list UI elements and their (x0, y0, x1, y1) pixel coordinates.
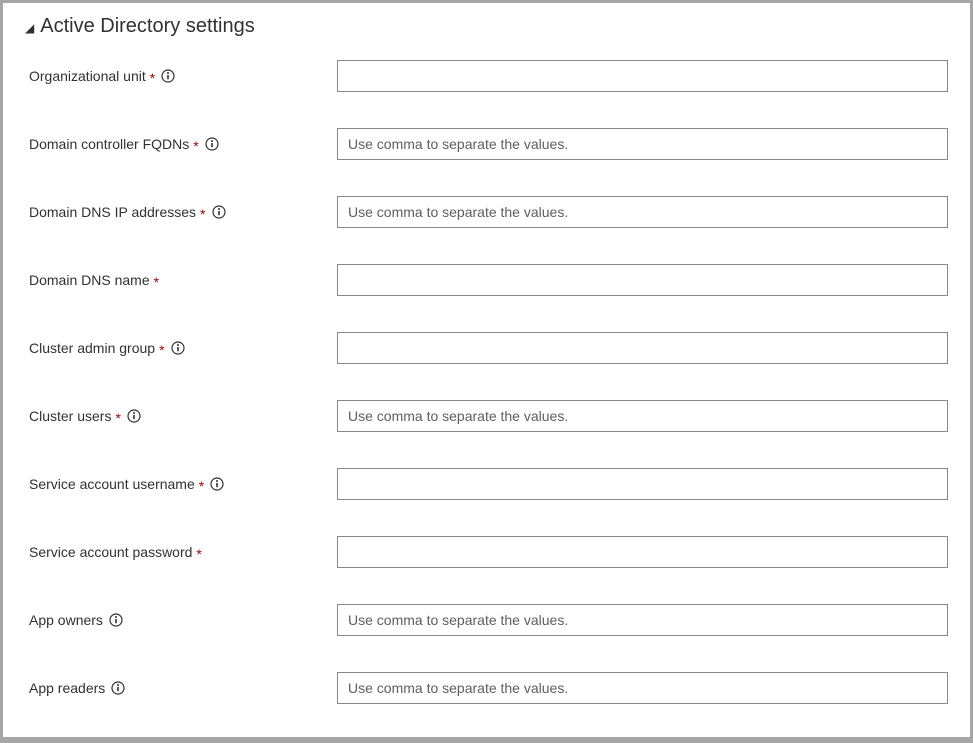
section-header-active-directory[interactable]: ◢ Active Directory settings (25, 15, 948, 38)
label-text: App readers (29, 680, 105, 696)
row-service-account-password: Service account password * (25, 536, 948, 568)
row-cluster-users: Cluster users * (25, 400, 948, 432)
row-organizational-unit: Organizational unit * (25, 60, 948, 92)
label-app-readers: App readers (25, 680, 337, 696)
label-domain-controller-fqdns: Domain controller FQDNs * (25, 136, 337, 152)
service-account-password-input[interactable] (337, 536, 948, 568)
required-marker: * (150, 71, 155, 85)
row-app-owners: App owners (25, 604, 948, 636)
label-domain-dns-name: Domain DNS name * (25, 272, 337, 288)
info-icon[interactable] (210, 477, 224, 491)
info-icon[interactable] (205, 137, 219, 151)
required-marker: * (159, 343, 164, 357)
required-marker: * (115, 411, 120, 425)
info-icon[interactable] (171, 341, 185, 355)
domain-dns-ip-input[interactable] (337, 196, 948, 228)
label-service-account-username: Service account username * (25, 476, 337, 492)
row-service-account-username: Service account username * (25, 468, 948, 500)
label-text: Service account password (29, 544, 192, 560)
label-domain-dns-ip: Domain DNS IP addresses * (25, 204, 337, 220)
collapse-triangle-icon: ◢ (25, 22, 34, 34)
label-text: Cluster admin group (29, 340, 155, 356)
cluster-users-input[interactable] (337, 400, 948, 432)
label-text: App owners (29, 612, 103, 628)
required-marker: * (200, 207, 205, 221)
row-domain-dns-ip: Domain DNS IP addresses * (25, 196, 948, 228)
label-text: Domain DNS name (29, 272, 150, 288)
row-domain-dns-name: Domain DNS name * (25, 264, 948, 296)
cluster-admin-group-input[interactable] (337, 332, 948, 364)
info-icon[interactable] (111, 681, 125, 695)
info-icon[interactable] (161, 69, 175, 83)
row-app-readers: App readers (25, 672, 948, 704)
app-owners-input[interactable] (337, 604, 948, 636)
domain-controller-fqdns-input[interactable] (337, 128, 948, 160)
organizational-unit-input[interactable] (337, 60, 948, 92)
required-marker: * (154, 275, 159, 289)
info-icon[interactable] (109, 613, 123, 627)
label-organizational-unit: Organizational unit * (25, 68, 337, 84)
label-cluster-users: Cluster users * (25, 408, 337, 424)
info-icon[interactable] (127, 409, 141, 423)
row-cluster-admin-group: Cluster admin group * (25, 332, 948, 364)
domain-dns-name-input[interactable] (337, 264, 948, 296)
app-readers-input[interactable] (337, 672, 948, 704)
section-title: Active Directory settings (40, 15, 255, 38)
settings-panel: ◢ Active Directory settings Organization… (3, 3, 970, 737)
required-marker: * (196, 547, 201, 561)
label-text: Organizational unit (29, 68, 146, 84)
label-text: Domain controller FQDNs (29, 136, 189, 152)
required-marker: * (199, 479, 204, 493)
info-icon[interactable] (212, 205, 226, 219)
service-account-username-input[interactable] (337, 468, 948, 500)
label-text: Cluster users (29, 408, 111, 424)
label-cluster-admin-group: Cluster admin group * (25, 340, 337, 356)
label-text: Service account username (29, 476, 195, 492)
label-app-owners: App owners (25, 612, 337, 628)
label-service-account-password: Service account password * (25, 544, 337, 560)
label-text: Domain DNS IP addresses (29, 204, 196, 220)
row-domain-controller-fqdns: Domain controller FQDNs * (25, 128, 948, 160)
required-marker: * (193, 139, 198, 153)
